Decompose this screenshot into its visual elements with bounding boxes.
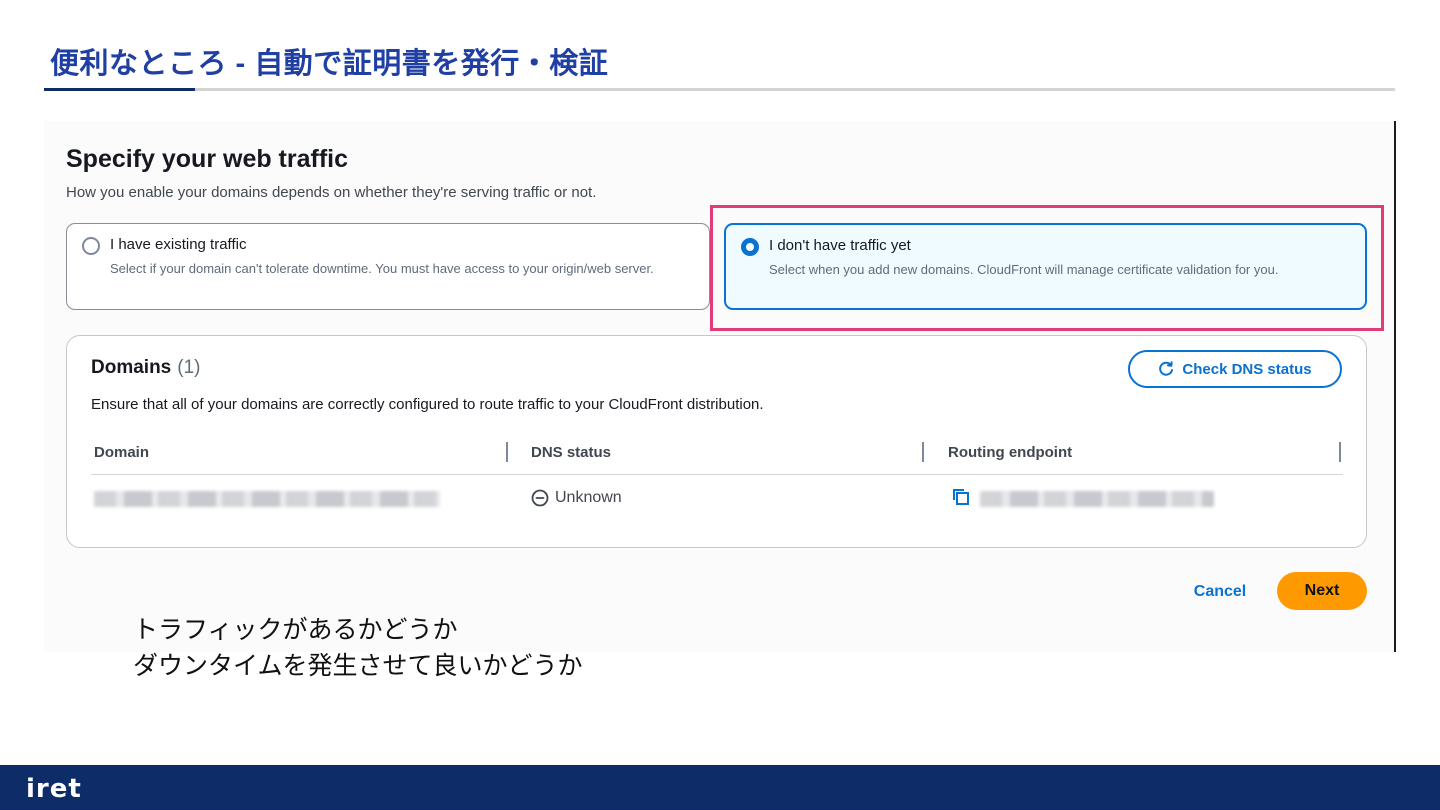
slide-title: 便利なところ - 自動で証明書を発行・検証: [50, 48, 609, 80]
note-line-2: ダウンタイムを発生させて良いかどうか: [133, 652, 583, 680]
copy-icon[interactable]: [951, 487, 971, 507]
footer-bar: iret: [0, 765, 1440, 810]
dns-status-value: Unknown: [555, 489, 622, 506]
title-rule-accent: [44, 88, 195, 91]
column-resizer[interactable]: [922, 442, 924, 462]
title-rule: [44, 88, 1395, 91]
next-button[interactable]: Next: [1277, 572, 1367, 610]
page-title: Specify your web traffic: [66, 145, 349, 173]
option-label: I have existing traffic: [110, 236, 247, 253]
note-line-1: トラフィックがあるかどうか: [133, 616, 458, 644]
column-resizer[interactable]: [506, 442, 508, 462]
column-header-routing-endpoint: Routing endpoint: [948, 444, 1073, 461]
domains-description: Ensure that all of your domains are corr…: [91, 396, 764, 413]
page-subtitle: How you enable your domains depends on w…: [66, 184, 597, 201]
domains-count: (1): [177, 357, 201, 378]
domains-card: Domains (1) Ensure that all of your domai…: [66, 335, 1367, 548]
dns-status: Unknown: [531, 489, 622, 507]
domains-title: Domains (1): [91, 357, 201, 378]
iret-logo: iret: [26, 774, 82, 804]
console-screenshot: Specify your web traffic How you enable …: [44, 121, 1396, 652]
domain-name-redacted: [94, 491, 440, 507]
option-description: Select if your domain can't tolerate dow…: [110, 261, 654, 276]
check-dns-status-button[interactable]: Check DNS status: [1128, 350, 1342, 388]
column-header-domain: Domain: [94, 444, 150, 461]
radio-existing-traffic[interactable]: [82, 237, 100, 255]
table-header-divider: [91, 474, 1343, 475]
option-existing-traffic[interactable]: I have existing traffic Select if your d…: [66, 223, 710, 310]
highlight-box: [710, 205, 1384, 331]
check-dns-status-label: Check DNS status: [1182, 360, 1312, 378]
refresh-icon: [1159, 361, 1174, 376]
column-header-dns-status: DNS status: [531, 444, 612, 461]
column-resizer[interactable]: [1339, 442, 1341, 462]
cancel-button[interactable]: Cancel: [1180, 581, 1260, 603]
routing-endpoint-redacted: [980, 491, 1214, 507]
unknown-status-icon: [531, 489, 549, 507]
slide: 便利なところ - 自動で証明書を発行・検証 Specify your web t…: [0, 0, 1440, 810]
